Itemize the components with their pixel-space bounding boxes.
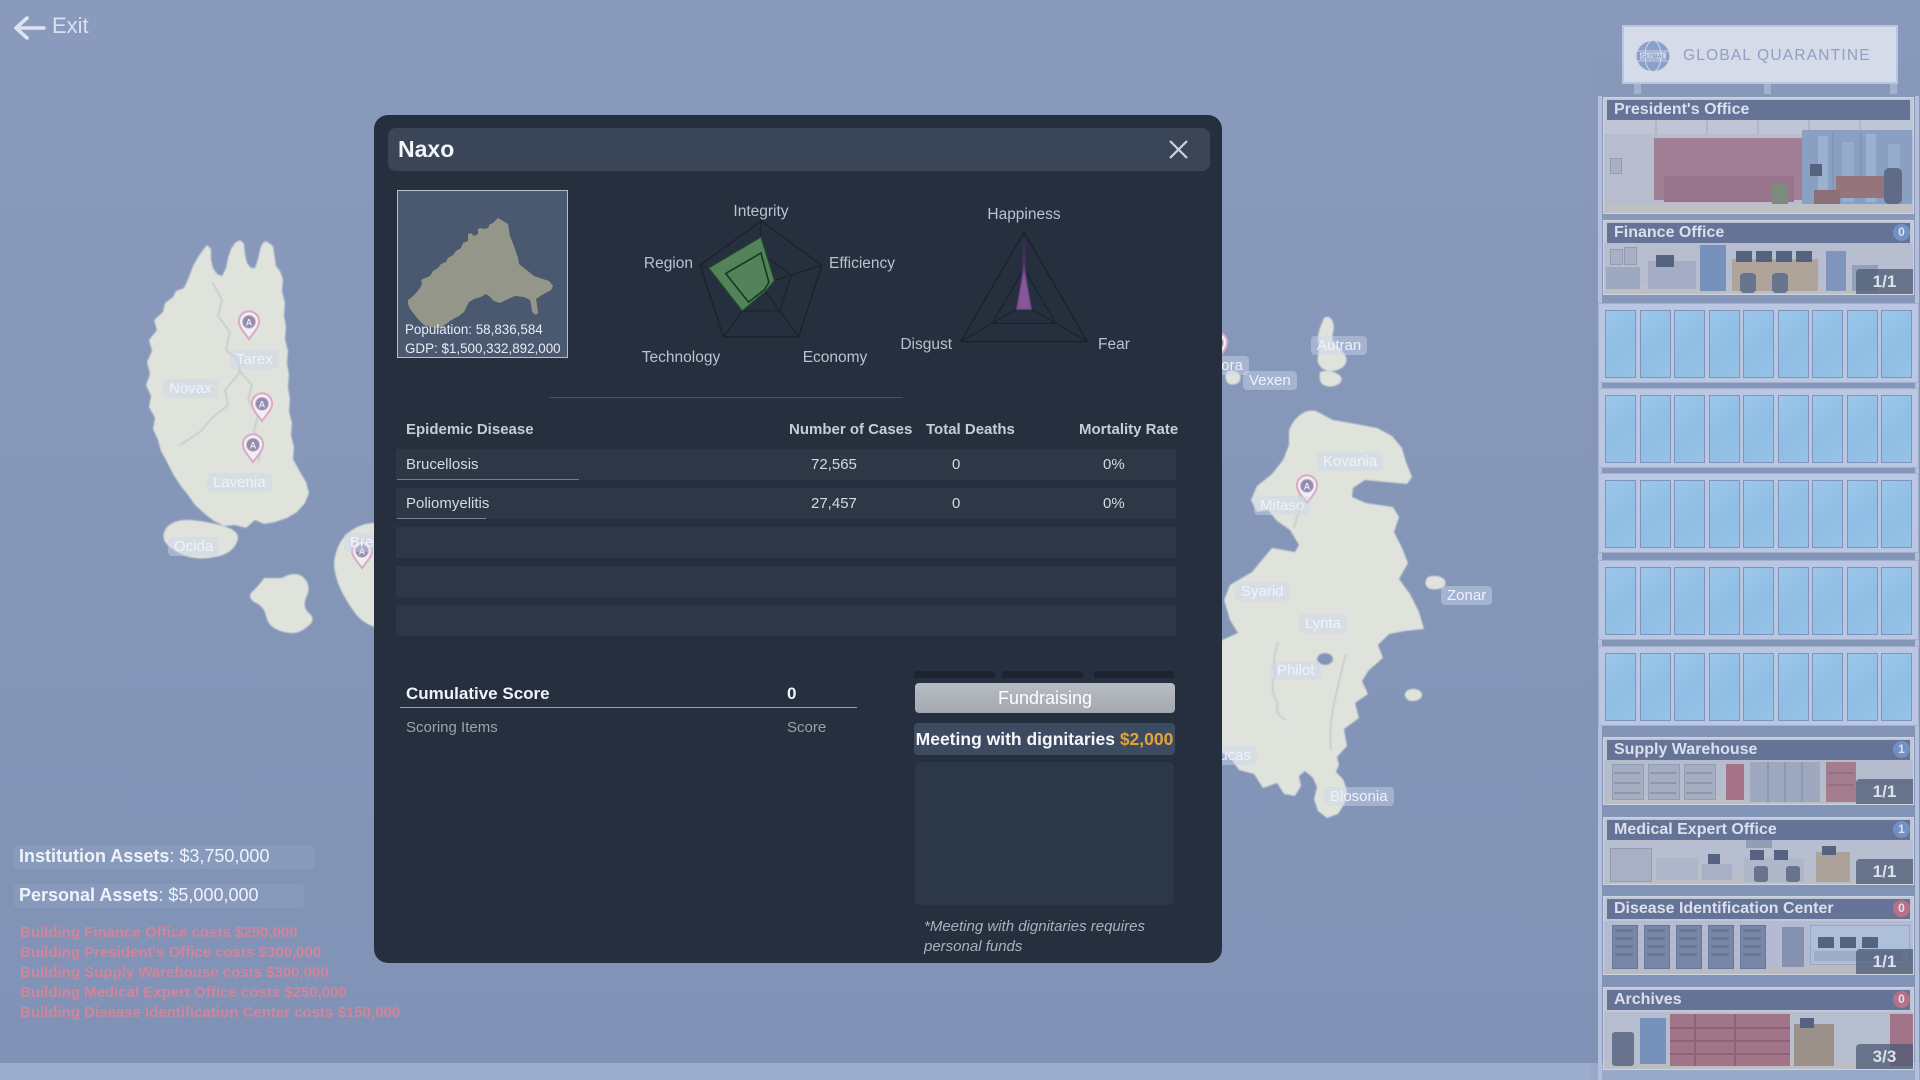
svg-text:Fear: Fear — [1098, 336, 1130, 353]
svg-text:Efficiency: Efficiency — [829, 255, 895, 272]
svg-text:Happiness: Happiness — [987, 206, 1060, 223]
svg-text:A: A — [250, 440, 257, 450]
svg-text:Disgust: Disgust — [900, 336, 952, 353]
svg-text:A: A — [259, 399, 266, 409]
svg-text:A: A — [246, 317, 253, 327]
svg-text:A: A — [1304, 481, 1311, 491]
svg-text:Technology: Technology — [642, 349, 721, 366]
svg-text:Economy: Economy — [803, 349, 868, 366]
svg-text:Region: Region — [644, 255, 693, 272]
svg-text:Integrity: Integrity — [733, 203, 788, 220]
